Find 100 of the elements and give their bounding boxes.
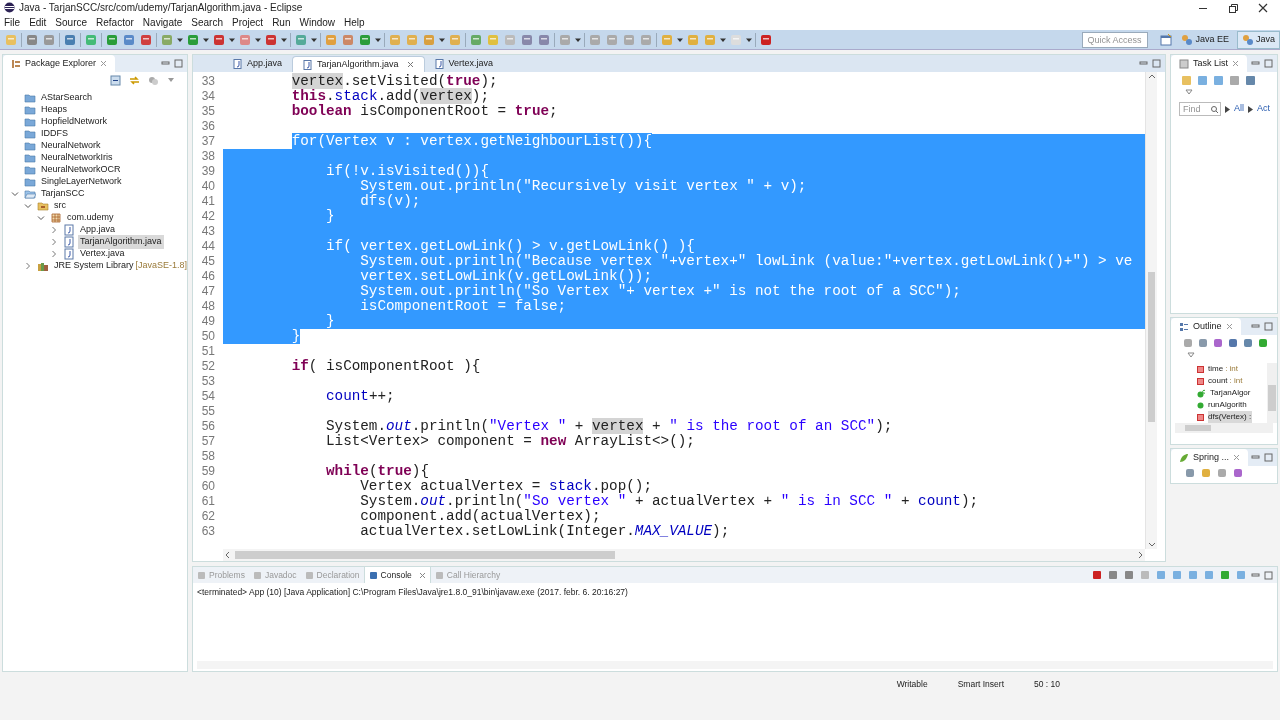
scrollbar-thumb[interactable] [235, 551, 615, 559]
view-tab[interactable]: Task List [1171, 55, 1247, 72]
maximize-view-icon[interactable] [1152, 59, 1161, 68]
tool-icon[interactable] [1091, 569, 1103, 581]
tree-item[interactable]: Heaps [39, 103, 69, 117]
tree-item[interactable]: src [52, 199, 68, 213]
tool-icon[interactable] [1123, 569, 1135, 581]
tool-icon[interactable] [264, 32, 278, 47]
dropdown-caret-icon[interactable] [746, 36, 752, 43]
maximize-icon[interactable] [1228, 2, 1238, 13]
view-tab[interactable]: Spring ... [1171, 449, 1249, 466]
scrollbar-thumb[interactable] [1185, 425, 1211, 431]
collapsed-chevron-icon[interactable] [50, 238, 58, 246]
dropdown-caret-icon[interactable] [720, 36, 726, 43]
menu-item[interactable]: Window [299, 15, 336, 30]
perspective-button[interactable]: Java [1237, 30, 1280, 49]
tool-icon[interactable] [1187, 569, 1199, 581]
minimize-view-icon[interactable] [1251, 453, 1260, 462]
open-perspective-icon[interactable] [1159, 32, 1174, 47]
tool-icon[interactable] [1197, 74, 1208, 86]
menu-item[interactable]: Run [272, 15, 291, 30]
vertical-scrollbar[interactable] [1267, 363, 1277, 423]
dropdown-caret-icon[interactable] [229, 36, 235, 43]
editor-tab[interactable]: TarjanAlgorithm.java [292, 56, 425, 72]
filter-link[interactable]: Act [1257, 102, 1271, 116]
minimize-view-icon[interactable] [1251, 322, 1260, 331]
perspective-button[interactable]: Java EE [1176, 30, 1234, 49]
menu-item[interactable]: Edit [29, 15, 47, 30]
maximize-view-icon[interactable] [174, 59, 183, 68]
tree-item[interactable]: SingleLayerNetwork [39, 175, 124, 189]
dropdown-caret-icon[interactable] [255, 36, 261, 43]
expanded-chevron-icon[interactable] [37, 214, 45, 222]
dropdown-caret-icon[interactable] [311, 36, 317, 43]
tree-item[interactable]: AStarSearch [39, 91, 95, 105]
dropdown-caret-icon[interactable] [677, 36, 683, 43]
tool-icon[interactable] [520, 32, 534, 47]
minimize-view-icon[interactable] [161, 59, 170, 68]
dropdown-caret-icon[interactable] [281, 36, 287, 43]
tool-icon[interactable] [105, 32, 119, 47]
view-tab[interactable]: Outline [1171, 318, 1241, 335]
scrollbar-thumb[interactable] [1268, 385, 1276, 411]
tool-icon[interactable] [63, 32, 77, 47]
menu-item[interactable]: Search [191, 15, 223, 30]
tool-icon[interactable] [212, 32, 226, 47]
menu-item[interactable]: Source [55, 15, 88, 30]
view-menu-icon[interactable] [1185, 88, 1193, 96]
outline-item[interactable]: dfs(Vertex) : [1208, 411, 1253, 423]
tool-icon[interactable] [469, 32, 483, 47]
tool-icon[interactable] [341, 32, 355, 47]
collapse-all-icon[interactable] [110, 74, 121, 86]
tool-icon[interactable] [1245, 74, 1256, 86]
horizontal-scrollbar[interactable] [223, 549, 1145, 561]
tool-icon[interactable] [1213, 74, 1224, 86]
minimize-view-icon[interactable] [1251, 570, 1260, 580]
tree-item[interactable]: TarjanAlgorithm.java [78, 235, 164, 249]
outline-item[interactable]: runAlgorith [1208, 399, 1248, 411]
close-icon[interactable] [1258, 2, 1268, 13]
outline-item[interactable]: count : int [1208, 375, 1244, 387]
tree-item[interactable]: JRE System Library [52, 259, 136, 273]
collapsed-chevron-icon[interactable] [50, 250, 58, 258]
tree-item[interactable]: TarjanSCC [39, 187, 87, 201]
scrollbar-thumb[interactable] [1148, 272, 1155, 422]
minimize-view-icon[interactable] [1139, 59, 1148, 68]
maximize-view-icon[interactable] [1264, 322, 1273, 331]
tool-icon[interactable] [1107, 569, 1119, 581]
tool-icon[interactable] [1171, 569, 1183, 581]
tool-icon[interactable] [122, 32, 136, 47]
dropdown-caret-icon[interactable] [203, 36, 209, 43]
tree-item[interactable]: App.java [78, 223, 118, 237]
tool-icon[interactable] [25, 32, 39, 47]
quick-access-field[interactable]: Quick Access [1082, 31, 1149, 48]
maximize-view-icon[interactable] [1264, 59, 1273, 68]
tool-icon[interactable] [1229, 74, 1240, 86]
tool-icon[interactable] [1219, 569, 1231, 581]
outline-item[interactable]: time : int [1208, 363, 1240, 375]
vertical-scrollbar[interactable] [1145, 72, 1157, 549]
tool-icon[interactable] [42, 32, 56, 47]
tree-item[interactable]: NeuralNetworkIris [39, 151, 115, 165]
collapsed-chevron-icon[interactable] [24, 262, 32, 270]
view-tab[interactable]: Package Explorer [3, 55, 116, 72]
tool-icon[interactable] [537, 32, 551, 47]
filter-link[interactable]: All [1234, 102, 1244, 116]
dropdown-caret-icon[interactable] [575, 36, 581, 43]
minimize-view-icon[interactable] [1251, 59, 1260, 68]
tool-icon[interactable] [139, 32, 153, 47]
dropdown-caret-icon[interactable] [177, 36, 183, 43]
tool-icon[interactable] [1155, 569, 1167, 581]
tree-item[interactable]: HopfieldNetwork [39, 115, 110, 129]
editor-tab[interactable]: Vertex.java [424, 56, 504, 72]
link-editor-icon[interactable] [129, 74, 140, 86]
view-menu-icon[interactable] [1187, 351, 1195, 359]
collapsed-chevron-icon[interactable] [50, 226, 58, 234]
expanded-chevron-icon[interactable] [11, 190, 19, 198]
menu-item[interactable]: Project [232, 15, 264, 30]
tool-icon[interactable] [759, 32, 773, 47]
dropdown-caret-icon[interactable] [375, 36, 381, 43]
menu-item[interactable]: Help [344, 15, 365, 30]
tree-item[interactable]: Vertex.java [78, 247, 127, 261]
dropdown-caret-icon[interactable] [439, 36, 445, 43]
horizontal-scrollbar[interactable] [1175, 423, 1273, 433]
